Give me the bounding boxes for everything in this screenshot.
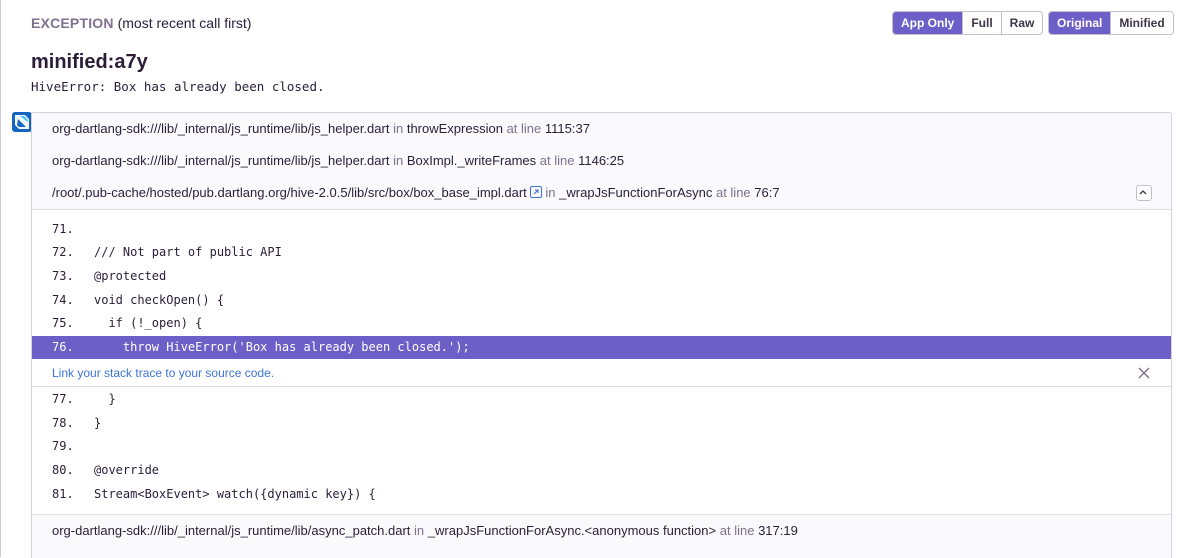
line-number: 71. (52, 222, 74, 236)
frame-in-label: in (393, 153, 404, 168)
display-mode-group: App Only Full Raw (892, 11, 1044, 35)
exception-value: HiveError: Box has already been closed. (31, 79, 325, 94)
stack-trace: org-dartlang-sdk:///lib/_internal/js_run… (31, 112, 1172, 558)
link-stack-trace-link[interactable]: Link your stack trace to your source cod… (52, 360, 274, 386)
frame-line-number: 1146:25 (578, 153, 625, 168)
frame-line-number: 1115:37 (544, 121, 590, 136)
exception-label: EXCEPTION (31, 15, 114, 31)
code-line: 73. @protected (32, 265, 1171, 288)
code-line: 80. @override (32, 459, 1171, 482)
line-number: 74. (52, 293, 74, 307)
dart-platform-icon (12, 112, 32, 132)
line-code: } (94, 392, 116, 406)
frame-line-number: 76:7 (754, 185, 780, 200)
frame-in-label: in (545, 185, 556, 200)
close-icon[interactable] (1137, 366, 1151, 380)
frame-in-label: in (414, 523, 425, 538)
full-button[interactable]: Full (962, 12, 1001, 34)
line-code: /// Not part of public API (94, 245, 282, 259)
code-line-highlighted: 76. throw HiveError('Box has already bee… (32, 336, 1171, 359)
frame-function: _wrapJsFunctionForAsync.<anonymous funct… (427, 523, 717, 538)
frame-function: _wrapJsFunctionForAsync (559, 185, 713, 200)
line-code: throw HiveError('Box has already been cl… (94, 340, 470, 354)
line-number: 77. (52, 392, 74, 406)
frame-in-label: in (393, 121, 404, 136)
code-line: 72. /// Not part of public API (32, 241, 1171, 264)
stack-frame-partial[interactable] (32, 547, 1171, 558)
code-line: 77. } (32, 388, 1171, 411)
line-code: } (94, 416, 102, 430)
code-line: 71. (32, 218, 1171, 241)
line-number: 76. (52, 340, 74, 354)
stack-frame[interactable]: org-dartlang-sdk:///lib/_internal/js_run… (32, 113, 1171, 146)
chevron-up-icon (1139, 190, 1147, 195)
source-view-group: Original Minified (1048, 11, 1174, 35)
stack-frame-expanded[interactable]: /root/.pub-cache/hosted/pub.dartlang.org… (32, 177, 1171, 210)
line-number: 81. (52, 487, 74, 501)
frame-filename: org-dartlang-sdk:///lib/_internal/js_run… (52, 121, 390, 136)
frame-at-line-label: at line (715, 185, 751, 200)
page-left-border (0, 0, 1, 557)
code-line: 74. void checkOpen() { (32, 289, 1171, 312)
exception-header: EXCEPTION (most recent call first) App O… (31, 10, 1174, 36)
original-button[interactable]: Original (1049, 12, 1111, 34)
frame-at-line-label: at line (506, 121, 542, 136)
line-code: if (!_open) { (94, 316, 203, 330)
raw-button[interactable]: Raw (1000, 12, 1043, 34)
line-number: 73. (52, 269, 74, 283)
line-number: 72. (52, 245, 74, 259)
line-code: void checkOpen() { (94, 293, 225, 307)
frame-filename: /root/.pub-cache/hosted/pub.dartlang.org… (52, 185, 527, 200)
line-code: @protected (94, 269, 167, 283)
line-code: Stream<BoxEvent> watch({dynamic key}) { (94, 487, 376, 501)
code-line: 78.} (32, 412, 1171, 435)
line-number: 78. (52, 416, 74, 430)
frame-function: BoxImpl._writeFrames (406, 153, 537, 168)
frame-function: throwExpression (406, 121, 503, 136)
app-only-button[interactable]: App Only (893, 12, 963, 34)
frame-line-number: 317:19 (758, 523, 798, 538)
exception-heading: EXCEPTION (most recent call first) (31, 15, 251, 31)
code-line: 79. (32, 435, 1171, 458)
line-number: 80. (52, 463, 74, 477)
exception-sublabel: (most recent call first) (117, 15, 252, 31)
minified-button[interactable]: Minified (1110, 12, 1173, 34)
code-line: 81. Stream<BoxEvent> watch({dynamic key})… (32, 483, 1171, 506)
collapse-frame-button[interactable] (1136, 185, 1152, 201)
frame-at-line-label: at line (539, 153, 575, 168)
line-number: 79. (52, 439, 74, 453)
frame-filename: org-dartlang-sdk:///lib/_internal/js_run… (52, 523, 411, 538)
frame-filename: org-dartlang-sdk:///lib/_internal/js_run… (52, 153, 390, 168)
source-link-banner: Link your stack trace to your source cod… (32, 360, 1171, 387)
line-code: @override (94, 463, 160, 477)
frame-at-line-label: at line (719, 523, 755, 538)
stack-frame[interactable]: org-dartlang-sdk:///lib/_internal/js_run… (32, 145, 1171, 178)
stack-frame[interactable]: org-dartlang-sdk:///lib/_internal/js_run… (32, 514, 1171, 548)
exception-type: minified:a7y (31, 51, 148, 73)
code-line: 75. if (!_open) { (32, 312, 1171, 335)
line-number: 75. (52, 316, 74, 330)
external-link-icon[interactable] (529, 186, 542, 198)
